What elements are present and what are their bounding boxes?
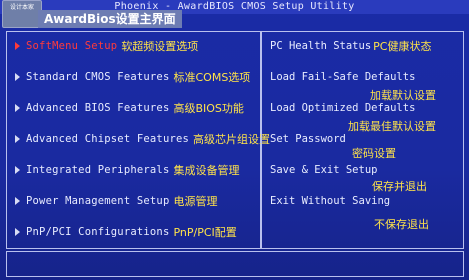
bios-screen: Phoenix - AwardBIOS CMOS Setup Utility 设… xyxy=(0,0,469,280)
menu-item-label: PnP/PCI Configurations xyxy=(26,226,170,238)
menu-item-label: Save & Exit Setup xyxy=(270,164,378,176)
arrow-right-icon xyxy=(15,104,20,112)
menu-item-translation: 标准COMS选项 xyxy=(173,71,251,84)
menu-item-label: Exit Without Saving xyxy=(270,195,391,207)
arrow-right-icon xyxy=(15,73,20,81)
arrow-right-icon xyxy=(15,42,20,50)
menu-item-standard-cmos[interactable]: Standard CMOS Features 标准COMS选项 xyxy=(15,69,250,85)
menu-item-translation: 集成设备管理 xyxy=(173,164,240,177)
menu-item-translation: 不保存退出 xyxy=(374,218,429,231)
menu-item-integrated-peripherals[interactable]: Integrated Peripherals 集成设备管理 xyxy=(15,162,239,178)
menu-item-save-exit[interactable]: Save & Exit Setup xyxy=(270,162,377,178)
menu-item-load-fail-safe[interactable]: Load Fail-Safe Defaults xyxy=(270,69,415,85)
menu-item-translation: 密码设置 xyxy=(352,147,396,160)
menu-item-label: SoftMenu Setup xyxy=(26,40,118,52)
menu-item-label: Load Fail-Safe Defaults xyxy=(270,71,416,83)
menu-item-label: Set Password xyxy=(270,133,346,145)
menu-item-load-optimized[interactable]: Load Optimized Defaults xyxy=(270,100,415,116)
menu-item-translation: PnP/PCI配置 xyxy=(173,226,237,239)
menu-item-label: Integrated Peripherals xyxy=(26,164,170,176)
menu-item-label: PC Health Status xyxy=(270,40,372,52)
help-bar xyxy=(6,251,464,277)
menu-item-translation: 保存并退出 xyxy=(372,180,427,193)
menu-item-translation: PC健康状态 xyxy=(373,40,432,53)
menu-item-label: Standard CMOS Features xyxy=(26,71,170,83)
menu-item-label: Load Optimized Defaults xyxy=(270,102,416,114)
menu-item-translation: 高级BIOS功能 xyxy=(173,102,244,115)
logo: 设计本家 xyxy=(2,0,42,28)
menu-item-pc-health[interactable]: PC Health Status PC健康状态 xyxy=(270,38,431,54)
menu-item-advanced-chipset[interactable]: Advanced Chipset Features 高级芯片组设置 xyxy=(15,131,270,147)
arrow-right-icon xyxy=(15,166,20,174)
arrow-right-icon xyxy=(15,228,20,236)
menu-item-translation: 高级芯片组设置 xyxy=(193,133,271,146)
menu-item-label: Advanced BIOS Features xyxy=(26,102,170,114)
right-menu-panel: PC Health Status PC健康状态 Load Fail-Safe D… xyxy=(261,31,464,249)
menu-item-translation: 软超频设置选项 xyxy=(121,40,199,53)
menu-item-set-password[interactable]: Set Password xyxy=(270,131,346,147)
arrow-right-icon xyxy=(15,135,20,143)
left-menu-panel: SoftMenu Setup 软超频设置选项 Standard CMOS Fea… xyxy=(6,31,270,249)
menu-item-power-management[interactable]: Power Management Setup 电源管理 xyxy=(15,193,217,209)
menu-item-softmenu-setup[interactable]: SoftMenu Setup 软超频设置选项 xyxy=(15,38,198,54)
menu-item-advanced-bios[interactable]: Advanced BIOS Features 高级BIOS功能 xyxy=(15,100,244,116)
menu-item-pnp-pci[interactable]: PnP/PCI Configurations PnP/PCI配置 xyxy=(15,224,237,240)
arrow-right-icon xyxy=(15,197,20,205)
menu-item-label: Power Management Setup xyxy=(26,195,170,207)
menu-item-translation: 电源管理 xyxy=(173,195,218,208)
menu-item-translation: 加载最佳默认设置 xyxy=(348,120,436,133)
menu-item-exit-without-saving[interactable]: Exit Without Saving xyxy=(270,193,390,209)
menu-item-label: Advanced Chipset Features xyxy=(26,133,190,145)
page-title: AwardBios设置主界面 xyxy=(38,10,182,28)
